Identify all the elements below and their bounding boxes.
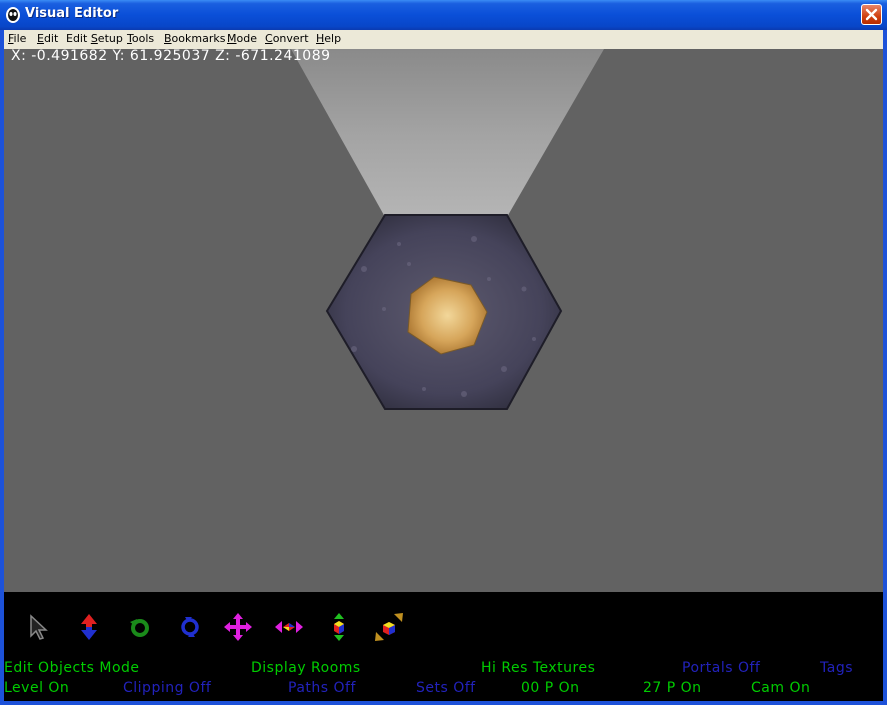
- status-clipping[interactable]: Clipping Off: [123, 680, 211, 696]
- menu-file[interactable]: File: [8, 32, 26, 45]
- status-00-p[interactable]: 00 P On: [521, 680, 580, 696]
- menu-bookmarks[interactable]: Bookmarks: [164, 32, 225, 45]
- status-27-p[interactable]: 27 P On: [643, 680, 702, 696]
- select-arrow-icon[interactable]: [24, 612, 54, 642]
- status-edit-objects-mode[interactable]: Edit Objects Mode: [4, 660, 140, 676]
- move-up-down-icon[interactable]: [74, 612, 104, 642]
- status-display-rooms[interactable]: Display Rooms: [251, 660, 361, 676]
- menu-edit-label: dit: [43, 32, 59, 45]
- status-tags[interactable]: Tags: [820, 660, 853, 676]
- move-horizontal-icon[interactable]: [274, 612, 304, 642]
- status-paths[interactable]: Paths Off: [288, 680, 356, 696]
- status-sets[interactable]: Sets Off: [416, 680, 476, 696]
- menu-convert[interactable]: Convert: [265, 32, 309, 45]
- scale-diagonal-icon[interactable]: [374, 612, 404, 642]
- status-portals[interactable]: Portals Off: [682, 660, 760, 676]
- scene-render: [291, 49, 604, 410]
- menu-edit[interactable]: Edit: [37, 32, 58, 45]
- status-hi-res-textures[interactable]: Hi Res Textures: [481, 660, 595, 676]
- menu-edit-setup[interactable]: Edit Setup: [66, 32, 123, 45]
- menu-bar: File Edit Edit Setup Tools Bookmarks Mod…: [4, 30, 883, 49]
- status-level[interactable]: Level On: [4, 680, 69, 696]
- app-icon: [6, 7, 20, 23]
- 3d-viewport[interactable]: X: -0.491682 Y: 61.925037 Z: -671.241089: [4, 49, 883, 592]
- menu-mode[interactable]: Mode: [227, 32, 257, 45]
- rotate-blue-icon[interactable]: [175, 612, 205, 642]
- menu-help[interactable]: Help: [316, 32, 341, 45]
- move-vertical-icon[interactable]: [324, 612, 354, 642]
- tool-panel: Edit Objects Mode Display Rooms Hi Res T…: [4, 592, 883, 701]
- title-bar[interactable]: Visual Editor: [0, 0, 887, 30]
- camera-coordinates: X: -0.491682 Y: 61.925037 Z: -671.241089: [11, 49, 331, 64]
- menu-file-label: ile: [13, 32, 27, 45]
- move-four-way-icon[interactable]: [223, 612, 253, 642]
- light-shaft: [291, 49, 604, 217]
- visual-editor-window: Visual Editor File Edit Edit Setup Tools…: [0, 0, 887, 705]
- rotate-green-icon[interactable]: [125, 612, 155, 642]
- window-title: Visual Editor: [25, 6, 119, 21]
- menu-tools[interactable]: Tools: [127, 32, 154, 45]
- status-cam[interactable]: Cam On: [751, 680, 810, 696]
- close-button[interactable]: [861, 4, 882, 25]
- close-icon: [865, 8, 878, 21]
